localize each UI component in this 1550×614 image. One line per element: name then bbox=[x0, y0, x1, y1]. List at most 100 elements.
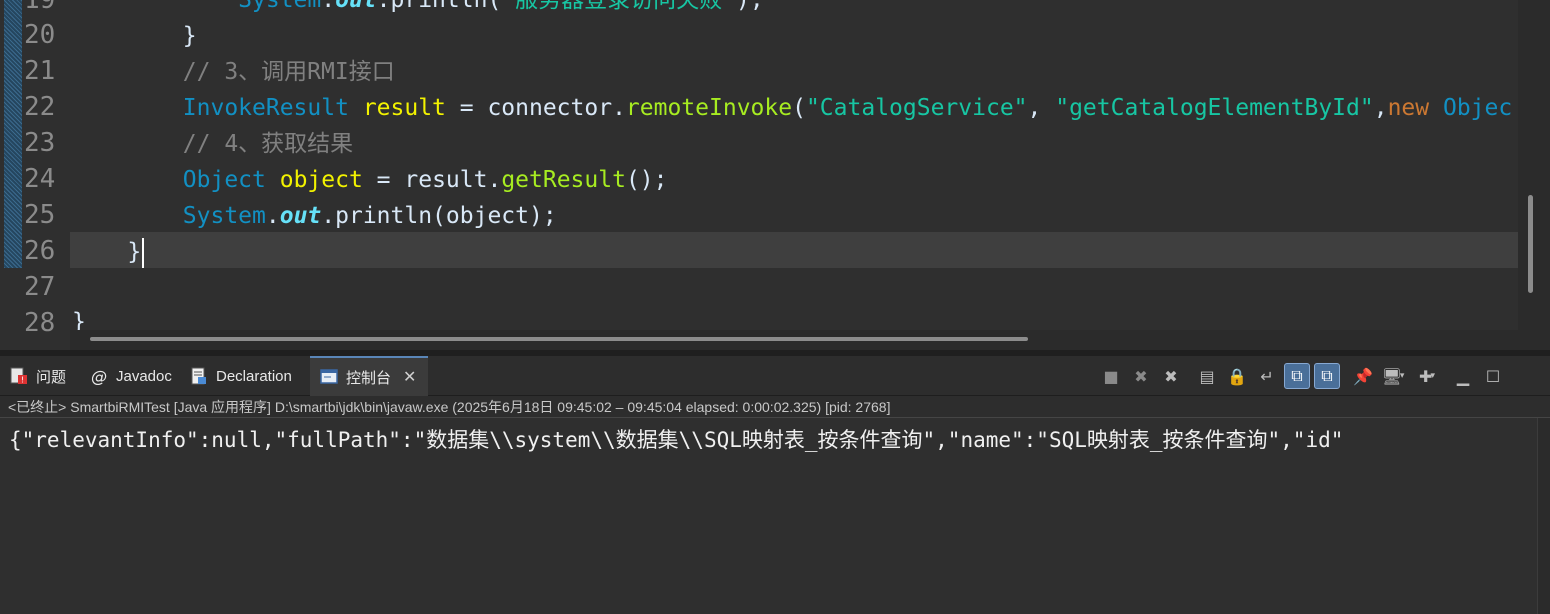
declaration-icon bbox=[188, 365, 210, 387]
line-number-gutter: 19 20 21 22 23 24 25 26 27 28 bbox=[22, 0, 68, 350]
close-icon[interactable]: ✕ bbox=[403, 367, 416, 387]
code-token: = result. bbox=[362, 167, 502, 193]
editor-vertical-scrollbar[interactable] bbox=[1518, 0, 1550, 350]
display-console-icon[interactable]: 🖥 ▾ bbox=[1380, 363, 1406, 389]
line-number: 28 bbox=[24, 308, 56, 338]
code-line[interactable]: Object object = result.getResult(); bbox=[72, 162, 668, 198]
line-number: 25 bbox=[24, 200, 56, 230]
code-token: } bbox=[72, 23, 197, 49]
svg-text:!: ! bbox=[21, 376, 24, 385]
console-output-line[interactable]: {"relevantInfo":null,"fullPath":"数据集\\sy… bbox=[9, 424, 1343, 454]
text-caret bbox=[142, 237, 145, 268]
tab-label: 控制台 bbox=[346, 369, 392, 387]
pin-console-icon[interactable]: 📌 bbox=[1350, 363, 1376, 389]
editor-horizontal-scrollbar[interactable] bbox=[70, 330, 1518, 350]
code-token: Objec bbox=[1442, 95, 1513, 121]
tab-javadoc[interactable]: @ Javadoc bbox=[88, 356, 180, 396]
editor-vertical-scroll-thumb[interactable] bbox=[1528, 195, 1533, 293]
terminate-icon[interactable]: ■ bbox=[1098, 363, 1124, 389]
code-line[interactable]: System.out.println(object); bbox=[72, 198, 557, 234]
code-token: // 4、获取结果 bbox=[182, 131, 354, 157]
code-token: // 3、调用RMI接口 bbox=[182, 59, 395, 85]
console-output-area[interactable]: {"relevantInfo":null,"fullPath":"数据集\\sy… bbox=[0, 418, 1537, 614]
word-wrap-icon[interactable]: ↵ bbox=[1254, 363, 1280, 389]
code-token: object bbox=[279, 167, 363, 193]
editor-horizontal-scroll-thumb[interactable] bbox=[90, 337, 1028, 341]
code-token: "CatalogService" bbox=[805, 95, 1028, 121]
code-token: ); bbox=[736, 0, 764, 13]
code-token: ( bbox=[792, 95, 806, 121]
change-ruler bbox=[4, 0, 22, 268]
tab-problems[interactable]: ! 问题 bbox=[8, 356, 78, 396]
code-token: "getCatalogElementById" bbox=[1055, 95, 1374, 121]
line-number: 24 bbox=[24, 164, 56, 194]
line-number: 19 bbox=[24, 0, 56, 15]
open-console-icon[interactable]: ✚ ▾ bbox=[1414, 363, 1440, 389]
show-on-stdout-icon[interactable]: ⧉ bbox=[1284, 363, 1310, 389]
code-token: out bbox=[335, 0, 377, 13]
code-token: = connector. bbox=[445, 95, 626, 121]
line-number: 26 bbox=[24, 236, 56, 266]
minimize-icon[interactable]: ▁ bbox=[1450, 363, 1476, 389]
code-line[interactable]: System.out.println("服务器登录访问失败"); bbox=[72, 0, 764, 18]
scroll-lock-icon[interactable]: 🔒 bbox=[1224, 363, 1250, 389]
line-number: 20 bbox=[24, 20, 56, 50]
code-token: .println(object); bbox=[321, 203, 557, 229]
tab-label: Declaration bbox=[216, 367, 292, 385]
code-line[interactable]: } bbox=[72, 234, 145, 270]
code-line[interactable]: // 3、调用RMI接口 bbox=[72, 54, 395, 90]
code-line[interactable]: // 4、获取结果 bbox=[72, 126, 353, 162]
code-line[interactable]: } bbox=[72, 18, 197, 54]
code-line[interactable]: InvokeResult result = connector.remoteIn… bbox=[72, 90, 1512, 126]
clear-console-icon[interactable]: ▤ bbox=[1194, 363, 1220, 389]
code-text-area[interactable]: System.out.println("服务器登录访问失败"); } // 3、… bbox=[72, 0, 1518, 330]
problems-icon: ! bbox=[8, 365, 30, 387]
code-token: remoteInvoke bbox=[625, 95, 793, 121]
bottom-view-tab-bar: ! 问题 @ Javadoc Declaration 控制台 ✕ ■ ✖ ✖ ▤… bbox=[0, 356, 1550, 396]
code-token: . bbox=[265, 203, 280, 229]
line-number: 21 bbox=[24, 56, 56, 86]
code-token: "服务器登录访问失败" bbox=[501, 0, 736, 13]
code-editor[interactable]: 19 20 21 22 23 24 25 26 27 28 System.out… bbox=[0, 0, 1550, 350]
code-token: System bbox=[238, 0, 322, 13]
console-icon bbox=[318, 366, 340, 388]
line-number: 23 bbox=[24, 128, 56, 158]
show-on-stderr-icon[interactable]: ⧉ bbox=[1314, 363, 1340, 389]
code-token: , bbox=[1373, 95, 1388, 121]
remove-all-terminated-icon[interactable]: ✖ bbox=[1158, 363, 1184, 389]
code-token: . bbox=[321, 0, 336, 13]
code-token: (); bbox=[625, 167, 668, 193]
tab-label: Javadoc bbox=[116, 367, 172, 385]
console-vertical-scrollbar[interactable] bbox=[1537, 418, 1550, 614]
line-number: 22 bbox=[24, 92, 56, 122]
code-token: } bbox=[72, 239, 142, 265]
code-line[interactable]: } bbox=[72, 304, 86, 330]
tab-console[interactable]: 控制台 ✕ bbox=[310, 356, 428, 396]
code-token: out bbox=[279, 203, 322, 229]
javadoc-icon: @ bbox=[91, 366, 107, 386]
remove-launch-icon[interactable]: ✖ bbox=[1128, 363, 1154, 389]
code-token: new bbox=[1387, 95, 1430, 121]
code-token: InvokeResult bbox=[182, 95, 349, 121]
code-token: result bbox=[362, 95, 446, 121]
tab-declaration[interactable]: Declaration bbox=[188, 356, 304, 396]
tab-label: 问题 bbox=[36, 368, 67, 386]
console-toolbar: ■ ✖ ✖ ▤ 🔒 ↵ ⧉ ⧉ 📌 🖥 ▾ ✚ ▾ ▁ ☐ bbox=[1098, 356, 1506, 396]
console-process-status: <已终止> SmartbiRMITest [Java 应用程序] D:\smar… bbox=[0, 396, 1550, 418]
code-token: .println( bbox=[376, 0, 502, 13]
maximize-icon[interactable]: ☐ bbox=[1480, 363, 1506, 389]
line-number: 27 bbox=[24, 272, 56, 302]
code-token: } bbox=[72, 309, 86, 330]
code-token: Object bbox=[182, 167, 266, 193]
code-token: , bbox=[1027, 95, 1056, 121]
code-token: getResult bbox=[501, 167, 626, 193]
